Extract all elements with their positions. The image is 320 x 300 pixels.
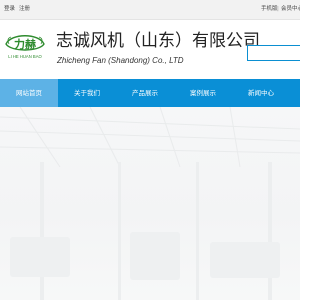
login-link[interactable]: 登录: [4, 5, 15, 13]
top-bar: 登录 注册 手机版 | 会员中心: [0, 0, 300, 20]
company-name-en: Zhicheng Fan (Shandong) Co., LTD: [57, 56, 184, 65]
logo-graphic: 力赫 LI HE HUAN BAO: [5, 35, 45, 59]
search-input[interactable]: [247, 45, 300, 61]
hero-banner: [0, 107, 300, 300]
nav-item-cases[interactable]: 案例展示: [174, 79, 232, 107]
logo-sub-text: LI HE HUAN BAO: [8, 54, 42, 59]
member-center-link[interactable]: 会员中心: [281, 5, 300, 13]
topbar-separator: |: [277, 6, 279, 12]
nav-item-products[interactable]: 产品展示: [116, 79, 174, 107]
company-name: 志诚风机（山东）有限公司: [56, 31, 260, 51]
company-logo[interactable]: 力赫 LI HE HUAN BAO: [3, 30, 47, 60]
nav-item-about[interactable]: 关于我们: [58, 79, 116, 107]
page: 登录 注册 手机版 | 会员中心 力赫 LI HE HUAN BAO 志诚风机（…: [0, 0, 300, 300]
logo-main-text: 力赫: [14, 37, 36, 51]
nav-item-home[interactable]: 网站首页: [0, 79, 58, 107]
register-link[interactable]: 注册: [19, 5, 30, 13]
banner-image: [0, 107, 300, 300]
nav-item-news[interactable]: 新闻中心: [232, 79, 290, 107]
main-nav: 网站首页 关于我们 产品展示 案例展示 新闻中心: [0, 79, 300, 107]
mobile-site-link[interactable]: 手机版: [261, 5, 278, 13]
